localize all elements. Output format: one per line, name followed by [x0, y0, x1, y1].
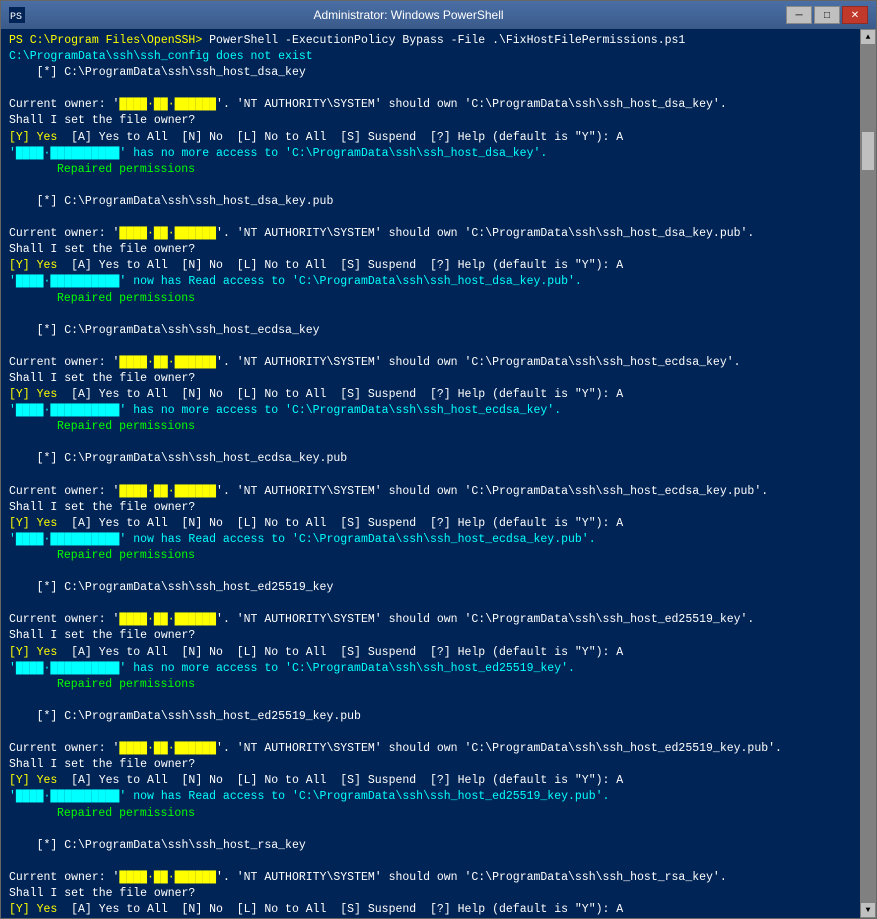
line-7: [Y] Yes [A] Yes to All [N] No [L] No to … — [9, 130, 852, 146]
title-bar: PS Administrator: Windows PowerShell ─ □… — [1, 1, 876, 29]
line-32 — [9, 596, 852, 612]
line-27: Shall I set the file owner? — [9, 500, 852, 516]
repaired-1: Repaired permissions — [9, 162, 852, 178]
line-14: [Y] Yes [A] Yes to All [N] No [L] No to … — [9, 258, 852, 274]
line-46 — [9, 854, 852, 870]
line-47: Current owner: '████·██·██████'. 'NT AUT… — [9, 870, 852, 886]
repaired-3: Repaired permissions — [9, 419, 852, 435]
line-24: [*] C:\ProgramData\ssh\ssh_host_ecdsa_ke… — [9, 451, 852, 467]
line-34: Shall I set the file owner? — [9, 628, 852, 644]
line-17: [*] C:\ProgramData\ssh\ssh_host_ecdsa_ke… — [9, 323, 852, 339]
line-49: [Y] Yes [A] Yes to All [N] No [L] No to … — [9, 902, 852, 918]
line-18 — [9, 339, 852, 355]
line-16 — [9, 307, 852, 323]
scrollbar[interactable]: ▲ ▼ — [860, 29, 876, 918]
line-42: [Y] Yes [A] Yes to All [N] No [L] No to … — [9, 773, 852, 789]
line-31: [*] C:\ProgramData\ssh\ssh_host_ed25519_… — [9, 580, 852, 596]
line-28: [Y] Yes [A] Yes to All [N] No [L] No to … — [9, 516, 852, 532]
powershell-window: PS Administrator: Windows PowerShell ─ □… — [0, 0, 877, 919]
line-23 — [9, 435, 852, 451]
repaired-4: Repaired permissions — [9, 548, 852, 564]
line-35: [Y] Yes [A] Yes to All [N] No [L] No to … — [9, 645, 852, 661]
maximize-button[interactable]: □ — [814, 6, 840, 24]
scroll-down-button[interactable]: ▼ — [860, 902, 876, 918]
line-25 — [9, 468, 852, 484]
line-44 — [9, 822, 852, 838]
line-2: C:\ProgramData\ssh\ssh_config does not e… — [9, 49, 852, 65]
svg-text:PS: PS — [10, 12, 22, 23]
repaired-5: Repaired permissions — [9, 677, 852, 693]
line-9 — [9, 178, 852, 194]
line-13: Shall I set the file owner? — [9, 242, 852, 258]
line-3: [*] C:\ProgramData\ssh\ssh_host_dsa_key — [9, 65, 852, 81]
repaired-6: Repaired permissions — [9, 806, 852, 822]
window-controls: ─ □ ✕ — [786, 6, 868, 24]
line-11 — [9, 210, 852, 226]
content-area: PS C:\Program Files\OpenSSH> PowerShell … — [1, 29, 876, 918]
line-15: '████·██████████' now has Read access to… — [9, 274, 852, 290]
window-icon: PS — [9, 7, 25, 23]
line-22: '████·██████████' has no more access to … — [9, 403, 852, 419]
line-10: [*] C:\ProgramData\ssh\ssh_host_dsa_key.… — [9, 194, 852, 210]
line-33: Current owner: '████·██·██████'. 'NT AUT… — [9, 612, 852, 628]
window-title: Administrator: Windows PowerShell — [31, 8, 786, 22]
line-45: [*] C:\ProgramData\ssh\ssh_host_rsa_key — [9, 838, 852, 854]
line-38: [*] C:\ProgramData\ssh\ssh_host_ed25519_… — [9, 709, 852, 725]
repaired-2: Repaired permissions — [9, 291, 852, 307]
line-5: Current owner: '████·██·██████'. 'NT AUT… — [9, 97, 852, 113]
line-21: [Y] Yes [A] Yes to All [N] No [L] No to … — [9, 387, 852, 403]
line-41: Shall I set the file owner? — [9, 757, 852, 773]
line-39 — [9, 725, 852, 741]
line-19: Current owner: '████·██·██████'. 'NT AUT… — [9, 355, 852, 371]
line-30 — [9, 564, 852, 580]
line-48: Shall I set the file owner? — [9, 886, 852, 902]
line-6: Shall I set the file owner? — [9, 113, 852, 129]
line-40: Current owner: '████·██·██████'. 'NT AUT… — [9, 741, 852, 757]
minimize-button[interactable]: ─ — [786, 6, 812, 24]
line-36: '████·██████████' has no more access to … — [9, 661, 852, 677]
scroll-up-button[interactable]: ▲ — [860, 29, 876, 45]
terminal-output[interactable]: PS C:\Program Files\OpenSSH> PowerShell … — [1, 29, 860, 918]
line-1: PS C:\Program Files\OpenSSH> PowerShell … — [9, 33, 852, 49]
line-43: '████·██████████' now has Read access to… — [9, 789, 852, 805]
line-4 — [9, 81, 852, 97]
line-29: '████·██████████' now has Read access to… — [9, 532, 852, 548]
line-37 — [9, 693, 852, 709]
close-button[interactable]: ✕ — [842, 6, 868, 24]
scroll-thumb[interactable] — [861, 131, 875, 171]
scroll-track[interactable] — [860, 45, 876, 902]
line-8: '████·██████████' has no more access to … — [9, 146, 852, 162]
line-26: Current owner: '████·██·██████'. 'NT AUT… — [9, 484, 852, 500]
line-12: Current owner: '████·██·██████'. 'NT AUT… — [9, 226, 852, 242]
line-20: Shall I set the file owner? — [9, 371, 852, 387]
